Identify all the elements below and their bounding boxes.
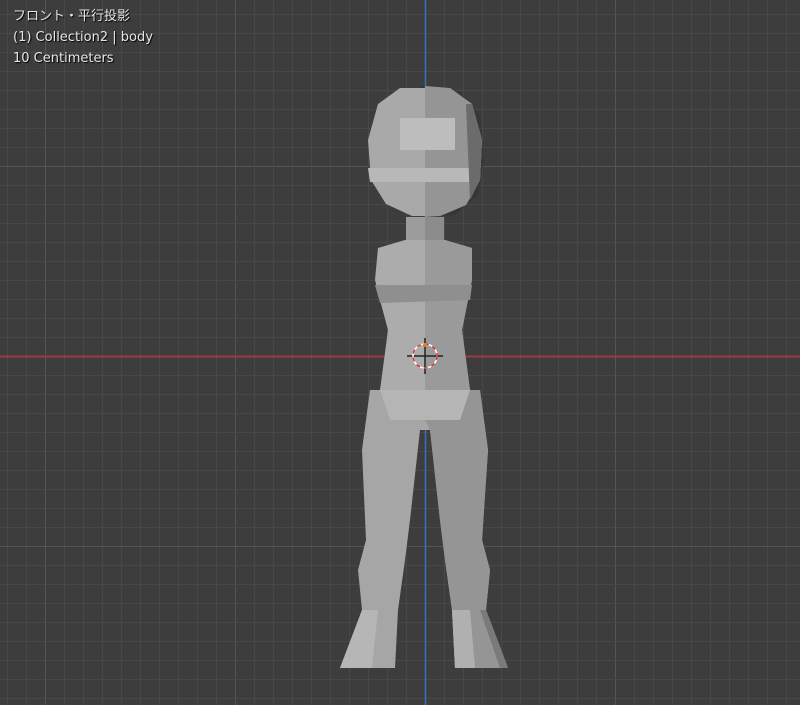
view-name: フロント・平行投影 xyxy=(13,9,131,24)
3d-cursor-icon[interactable] xyxy=(405,336,445,376)
viewport-info-overlay: フロント・平行投影 (1) Collection2 | body 10 Cent… xyxy=(13,6,153,69)
object-info: (1) Collection2 | body xyxy=(13,30,153,45)
grid-scale: 10 Centimeters xyxy=(13,51,114,66)
mesh-body[interactable] xyxy=(0,0,800,705)
figure xyxy=(340,86,508,668)
3d-viewport[interactable]: フロント・平行投影 (1) Collection2 | body 10 Cent… xyxy=(0,0,800,705)
